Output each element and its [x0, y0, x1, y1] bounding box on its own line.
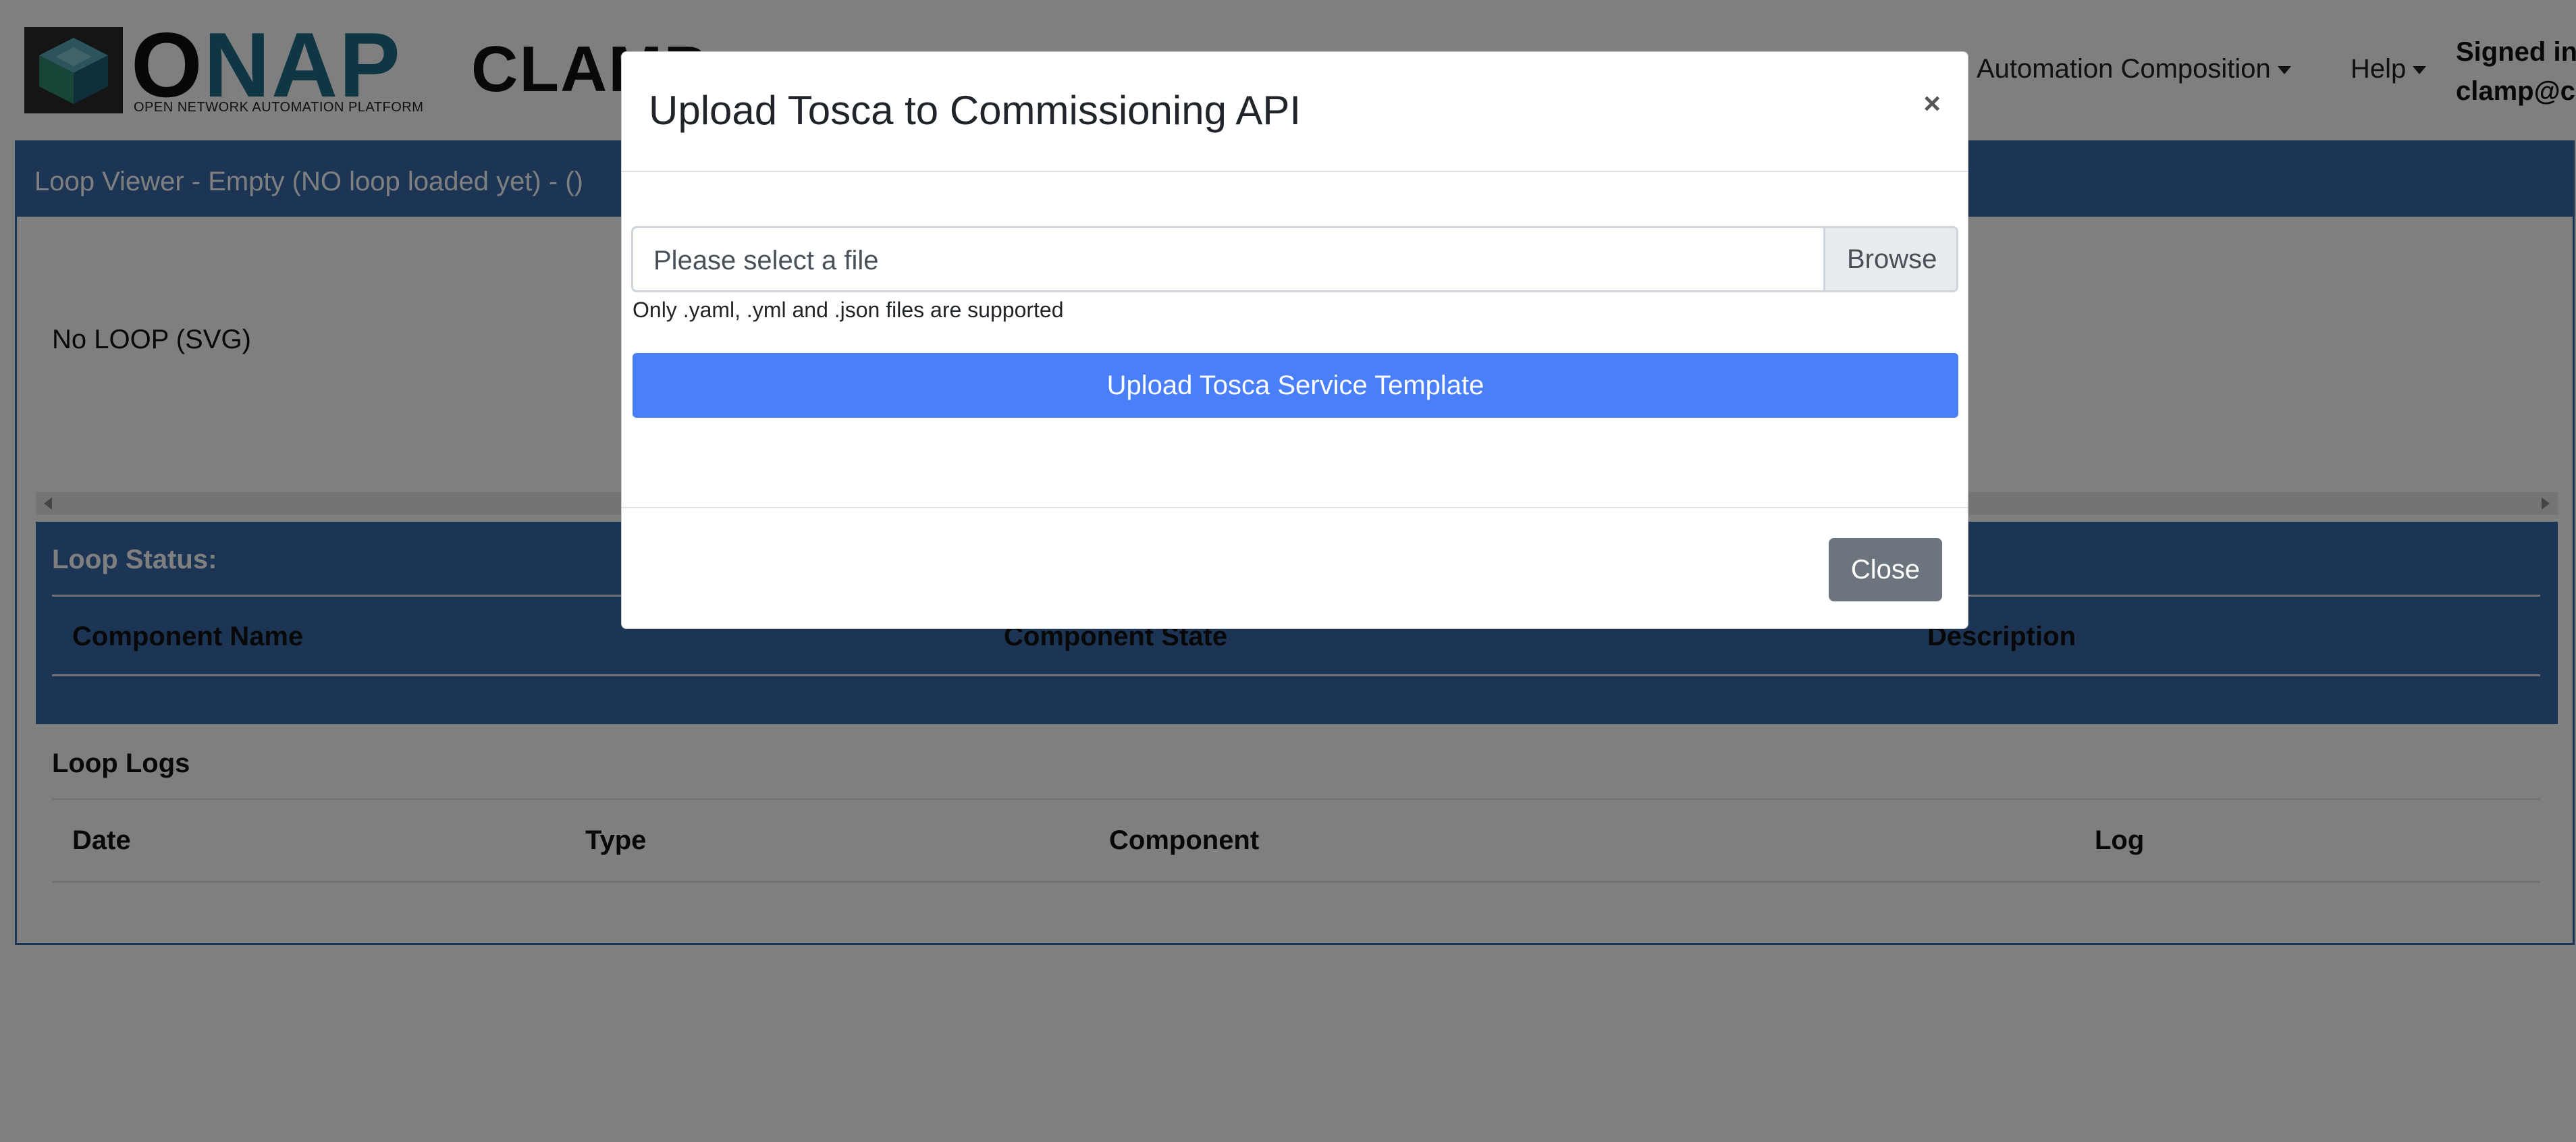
- file-type-help-text: Only .yaml, .yml and .json files are sup…: [633, 298, 1064, 322]
- modal-header: Upload Tosca to Commissioning API ×: [622, 52, 1968, 172]
- app-root: ONAP OPEN NETWORK AUTOMATION PLATFORM CL…: [0, 0, 2576, 1142]
- modal-footer-divider: [622, 507, 1968, 508]
- file-select-input[interactable]: Please select a file: [631, 226, 1826, 292]
- close-button[interactable]: Close: [1829, 538, 1942, 601]
- browse-button[interactable]: Browse: [1823, 226, 1958, 292]
- upload-tosca-modal: Upload Tosca to Commissioning API × Plea…: [621, 51, 1968, 629]
- close-icon[interactable]: ×: [1923, 87, 1941, 121]
- file-input-group: Please select a file Browse: [631, 226, 1958, 292]
- modal-title: Upload Tosca to Commissioning API: [649, 88, 1302, 133]
- upload-tosca-button[interactable]: Upload Tosca Service Template: [633, 353, 1958, 418]
